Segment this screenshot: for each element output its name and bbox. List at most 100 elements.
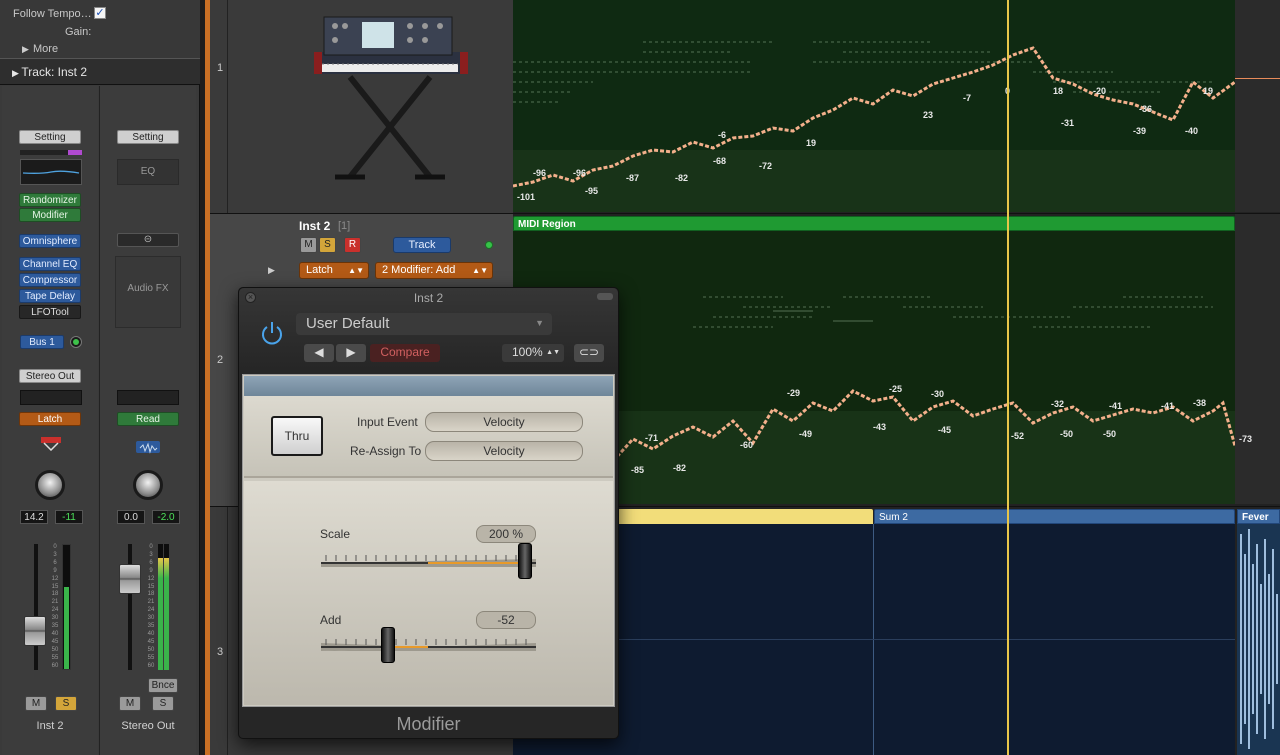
setting-button[interactable]: Setting xyxy=(117,130,179,144)
track-number: 3 xyxy=(217,646,224,658)
region-lane-3[interactable] xyxy=(513,524,1235,755)
audio-fx-slot-compressor[interactable]: Compressor xyxy=(19,273,81,287)
level-meter-left xyxy=(158,544,163,670)
mute-button[interactable]: M xyxy=(25,696,47,711)
volume-readout[interactable]: 0.0 xyxy=(117,510,145,524)
eq-slot[interactable]: EQ xyxy=(117,159,179,185)
value-label: -82 xyxy=(675,173,689,183)
audio-fx-slot-lfotool[interactable]: LFOTool xyxy=(19,305,81,319)
audio-region-fever-header[interactable]: Fever Pi xyxy=(1237,509,1280,538)
channel-name[interactable]: Inst 2 xyxy=(2,720,98,732)
add-slider[interactable] xyxy=(321,627,536,663)
value-label: -96 xyxy=(533,168,547,178)
solo-button[interactable]: S xyxy=(55,696,77,711)
track-solo-button[interactable]: S xyxy=(319,237,336,253)
automation-parameter-menu[interactable]: 2 Modifier: Add ▲▼ xyxy=(375,262,493,279)
track-index: [1] xyxy=(338,220,351,232)
automation-disclosure-icon[interactable]: ▶ xyxy=(268,265,275,276)
playhead[interactable] xyxy=(1007,0,1009,755)
track-inspector-header[interactable]: ▶ Track: Inst 2 xyxy=(0,58,200,85)
add-slider-thumb[interactable] xyxy=(381,627,396,663)
value-label: -38 xyxy=(1193,398,1207,408)
synthesizer-track-icon xyxy=(300,12,470,187)
mute-button[interactable]: M xyxy=(119,696,141,711)
value-label: -7 xyxy=(963,93,972,103)
audio-fx-slot-tape-delay[interactable]: Tape Delay xyxy=(19,289,81,303)
channel-strip-inst2: Setting Randomizer Modifier Omnisphere C… xyxy=(2,86,98,755)
volume-readout[interactable]: 14.2 xyxy=(20,510,48,524)
pan-knob[interactable] xyxy=(133,470,163,500)
zoom-value: 100% xyxy=(512,345,543,359)
track-mute-button[interactable]: M xyxy=(300,237,317,253)
add-label: Add xyxy=(320,613,342,627)
pan-knob[interactable] xyxy=(35,470,65,500)
link-icon[interactable]: ⊝ xyxy=(117,233,179,247)
automation-value-labels: -71 -85 -82 -60 -49 -29 -25 -43 -30 -45 … xyxy=(513,231,1235,504)
value-label: -50 xyxy=(1103,429,1117,439)
peak-readout[interactable]: -11 xyxy=(55,510,83,524)
group-slot[interactable] xyxy=(117,390,179,405)
midi-fx-slot-randomizer[interactable]: Randomizer xyxy=(19,193,81,207)
midi-fx-slot-modifier[interactable]: Modifier xyxy=(19,208,81,222)
value-label: -41 xyxy=(1109,401,1123,411)
region-lane-2[interactable]: -71 -85 -82 -60 -49 -29 -25 -43 -30 -45 … xyxy=(513,231,1235,504)
send-level-knob[interactable] xyxy=(70,336,82,348)
scale-slider[interactable] xyxy=(321,543,536,579)
zoom-menu[interactable]: 100% ▲▼ xyxy=(502,344,564,362)
gain-reduction-meter xyxy=(20,150,82,155)
audio-region-sum2-header[interactable]: Sum 2 xyxy=(874,509,1235,524)
more-label[interactable]: More xyxy=(33,43,58,55)
power-icon[interactable] xyxy=(257,318,287,348)
reassign-menu[interactable]: Velocity xyxy=(425,441,583,461)
track-record-button[interactable]: R xyxy=(344,237,361,253)
audio-fx-slot[interactable]: Audio FX xyxy=(115,256,181,328)
next-preset-button[interactable]: ▶ xyxy=(336,344,366,362)
track-name[interactable]: Inst 2 xyxy=(299,219,330,233)
output-slot[interactable]: Stereo Out xyxy=(19,369,81,383)
input-event-menu[interactable]: Velocity xyxy=(425,412,583,432)
send-slot-bus1[interactable]: Bus 1 xyxy=(20,335,64,349)
value-label: -71 xyxy=(645,433,659,443)
scale-slider-thumb[interactable] xyxy=(517,543,532,579)
follow-tempo-checkbox[interactable]: ✓ xyxy=(94,7,106,19)
automation-mode-read[interactable]: Read xyxy=(117,412,179,426)
value-label: -96 xyxy=(573,168,587,178)
value-label: -40 xyxy=(1185,126,1199,136)
volume-fader[interactable] xyxy=(119,564,141,594)
waveform-center-line xyxy=(513,639,1235,640)
midi-region-header[interactable]: MIDI Region xyxy=(513,216,1235,231)
channel-name[interactable]: Stereo Out xyxy=(100,720,196,732)
volume-fader[interactable] xyxy=(24,616,46,646)
add-value[interactable]: -52 xyxy=(476,611,536,629)
plugin-body: Thru Input Event Velocity Re-Assign To V… xyxy=(242,374,615,707)
thru-button[interactable]: Thru xyxy=(271,416,323,456)
setting-button[interactable]: Setting xyxy=(19,130,81,144)
group-slot[interactable] xyxy=(20,390,82,405)
automation-line-tail xyxy=(1235,78,1280,79)
audio-waveform-icon xyxy=(136,441,160,454)
eq-thumbnail[interactable] xyxy=(20,159,82,185)
value-label: -50 xyxy=(1060,429,1074,439)
audio-fx-slot-channel-eq[interactable]: Channel EQ xyxy=(19,257,81,271)
region-parameters: Follow Tempo… ✓ Gain: ▶ More xyxy=(0,0,200,58)
level-meter-right xyxy=(164,544,169,670)
automation-mode-menu[interactable]: Latch ▲▼ xyxy=(299,262,369,279)
disclosure-triangle-icon[interactable]: ▶ xyxy=(22,44,29,55)
automation-mode-latch[interactable]: Latch xyxy=(19,412,81,426)
scale-value[interactable]: 200 % xyxy=(476,525,536,543)
preset-menu[interactable]: User Default ▼ xyxy=(296,313,552,335)
preset-name: User Default xyxy=(306,315,390,332)
peak-readout[interactable]: -2.0 xyxy=(152,510,180,524)
stepper-icon: ▲▼ xyxy=(546,349,560,356)
track-automation-view-button[interactable]: Track xyxy=(393,237,451,253)
value-label: -6 xyxy=(718,130,727,140)
region-lane-1[interactable]: -96 -101 -96 -95 -87 -82 -68 -72 -6 19 2… xyxy=(513,0,1235,212)
window-resize-icon[interactable] xyxy=(597,293,613,300)
solo-button[interactable]: S xyxy=(152,696,174,711)
bounce-button[interactable]: Bnce xyxy=(148,678,178,693)
link-icon[interactable]: ⊂⊃ xyxy=(574,344,604,362)
previous-preset-button[interactable]: ◀ xyxy=(304,344,334,362)
compare-button[interactable]: Compare xyxy=(370,344,440,362)
value-label: -85 xyxy=(631,465,645,475)
instrument-slot[interactable]: Omnisphere xyxy=(19,234,81,248)
